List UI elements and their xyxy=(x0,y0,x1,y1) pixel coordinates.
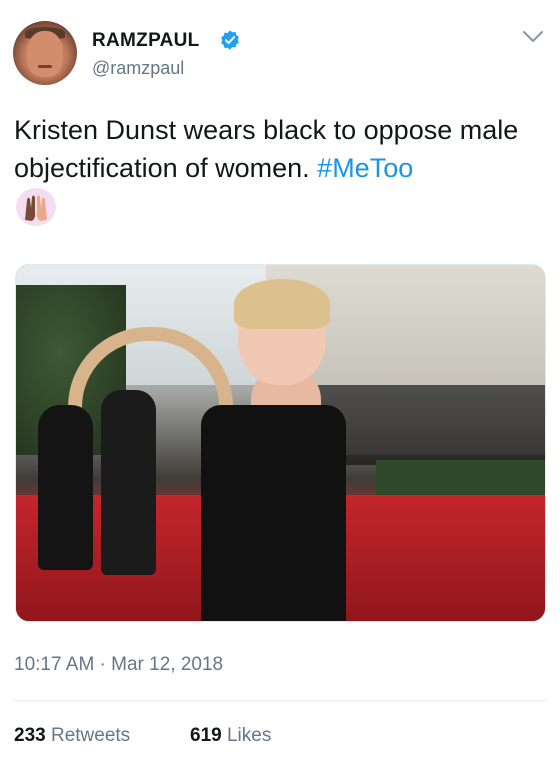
likes-stat[interactable]: 619 Likes xyxy=(190,725,271,747)
photo-person-middle xyxy=(101,390,156,575)
retweets-count: 233 xyxy=(14,725,46,746)
retweets-stat[interactable]: 233 Retweets xyxy=(14,725,130,747)
avatar-face xyxy=(27,31,63,77)
photo-woman-dress xyxy=(201,405,346,621)
tweet-photo[interactable] xyxy=(15,264,546,622)
divider xyxy=(14,700,546,701)
verified-badge-icon xyxy=(221,30,239,50)
photo-crowd xyxy=(316,385,545,465)
user-handle[interactable]: @ramzpaul xyxy=(92,58,184,79)
photo-person-left xyxy=(38,405,93,570)
likes-count: 619 xyxy=(190,725,222,746)
raised-hands-icon xyxy=(16,188,56,226)
chevron-down-icon[interactable] xyxy=(522,30,544,44)
tweet-body: Kristen Dunst wears black to oppose male… xyxy=(14,115,519,183)
likes-label: Likes xyxy=(226,725,272,746)
photo-woman-hair xyxy=(234,279,330,329)
avatar-mouth xyxy=(38,65,52,68)
display-name[interactable]: RAMZPAUL xyxy=(92,30,200,52)
tweet-text: Kristen Dunst wears black to oppose male… xyxy=(14,111,549,187)
tweet-timestamp[interactable]: 10:17 AM · Mar 12, 2018 xyxy=(14,654,223,676)
avatar[interactable] xyxy=(13,21,77,85)
retweets-label: Retweets xyxy=(50,725,131,746)
hashtag-link[interactable]: #MeToo xyxy=(317,153,413,183)
